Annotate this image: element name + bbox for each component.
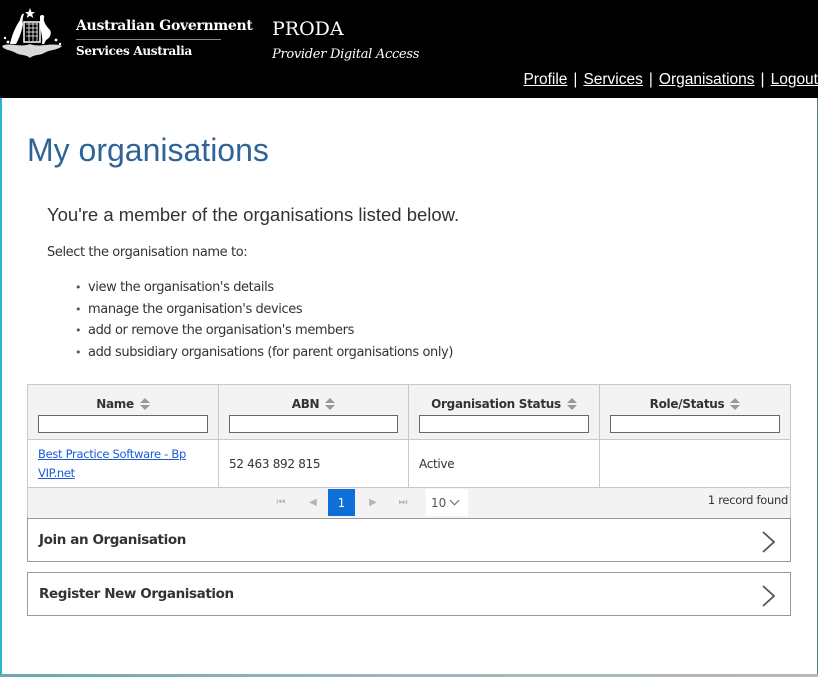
filter-role-status-input[interactable] xyxy=(610,415,780,433)
sort-icon[interactable] xyxy=(730,397,741,411)
page-title: My organisations xyxy=(27,132,269,168)
nav-separator: | xyxy=(573,71,578,88)
register-organisation-button[interactable]: Register New Organisation xyxy=(27,572,791,616)
cell-role-status xyxy=(600,440,790,487)
gov-title: Australian Government xyxy=(76,18,253,34)
cell-name: Best Practice Software - Bp VIP.net xyxy=(28,440,219,487)
top-nav: Profile | Services | Organisations | Logout xyxy=(523,71,818,89)
nav-services-link[interactable]: Services xyxy=(583,71,642,88)
intro-text: You're a member of the organisations lis… xyxy=(47,204,460,225)
page-size-value: 10 xyxy=(431,495,447,510)
nav-separator: | xyxy=(760,71,765,88)
column-name: Name xyxy=(28,385,219,439)
sort-abn-header[interactable]: ABN xyxy=(292,396,336,412)
cell-org-status: Active xyxy=(409,440,600,487)
chevron-right-icon xyxy=(762,531,776,553)
nav-separator: | xyxy=(648,71,653,88)
gov-divider xyxy=(76,39,221,40)
nav-organisations-link[interactable]: Organisations xyxy=(659,71,755,88)
cell-abn: 52 463 892 815 xyxy=(219,440,409,487)
list-item: view the organisation's details xyxy=(75,279,453,301)
record-count: 1 record found xyxy=(707,493,788,507)
next-page-icon[interactable]: ▶ xyxy=(360,488,386,516)
sort-org-status-header[interactable]: Organisation Status xyxy=(431,396,577,412)
nav-profile-link[interactable]: Profile xyxy=(523,71,567,88)
list-item: add or remove the organisation's members xyxy=(75,322,453,344)
list-item: manage the organisation's devices xyxy=(75,301,453,323)
page-1-button[interactable]: 1 xyxy=(328,489,355,516)
list-item: add subsidiary organisations (for parent… xyxy=(75,344,453,366)
sort-icon[interactable] xyxy=(566,397,577,411)
sort-name-header[interactable]: Name xyxy=(96,396,150,412)
filter-name-input[interactable] xyxy=(38,415,208,433)
app-subtitle: Provider Digital Access xyxy=(272,47,420,62)
register-organisation-label: Register New Organisation xyxy=(39,586,234,602)
filter-org-status-input[interactable] xyxy=(419,415,589,433)
window-border-left xyxy=(0,98,2,677)
coat-of-arms-icon xyxy=(2,8,62,58)
table-header: Name ABN Organisation Status Role/Status xyxy=(28,385,790,440)
first-page-icon[interactable]: ⏮ xyxy=(268,488,294,516)
chevron-right-icon xyxy=(762,585,776,607)
column-abn: ABN xyxy=(219,385,409,439)
page-size-select[interactable]: 10 xyxy=(426,489,468,516)
join-organisation-label: Join an Organisation xyxy=(39,532,186,548)
prev-page-icon[interactable]: ◀ xyxy=(300,488,326,516)
last-page-icon[interactable]: ⏭ xyxy=(390,488,416,516)
sort-icon[interactable] xyxy=(325,397,336,411)
sort-role-status-header[interactable]: Role/Status xyxy=(650,396,741,412)
organisation-link[interactable]: Best Practice Software - Bp VIP.net xyxy=(38,445,208,483)
join-organisation-button[interactable]: Join an Organisation xyxy=(27,518,791,562)
column-label: ABN xyxy=(291,397,320,411)
gov-subtitle: Services Australia xyxy=(76,44,192,58)
sort-icon[interactable] xyxy=(139,397,150,411)
site-header: Australian Government Services Australia… xyxy=(0,0,818,98)
column-label: Role/Status xyxy=(649,397,725,411)
filter-abn-input[interactable] xyxy=(229,415,398,433)
column-label: Organisation Status xyxy=(431,397,561,411)
column-role-status: Role/Status xyxy=(600,385,790,439)
column-org-status: Organisation Status xyxy=(409,385,600,439)
organisations-table: Name ABN Organisation Status Role/Status… xyxy=(27,384,791,519)
app-title: PRODA xyxy=(272,18,344,40)
select-instructions: Select the organisation name to: xyxy=(47,245,248,260)
table-row: Best Practice Software - Bp VIP.net 52 4… xyxy=(28,440,790,488)
chevron-down-icon xyxy=(449,495,460,506)
table-pager: ⏮ ◀ 1 ▶ ⏭ 10 1 record found xyxy=(28,488,790,518)
capabilities-list: view the organisation's details manage t… xyxy=(75,279,453,366)
nav-logout-link[interactable]: Logout xyxy=(771,71,818,88)
column-label: Name xyxy=(96,397,134,411)
